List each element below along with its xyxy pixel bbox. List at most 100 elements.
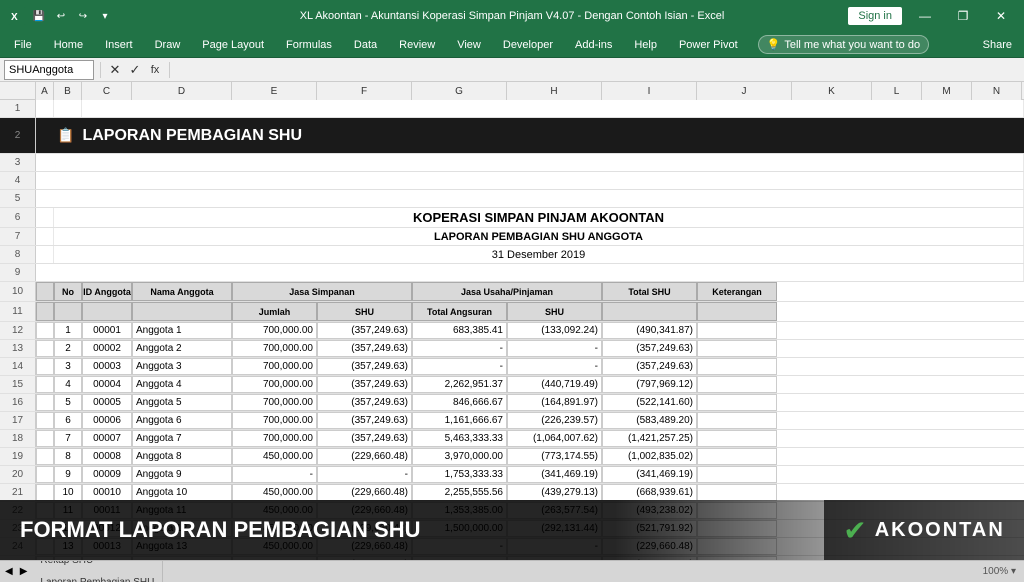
cell-id[interactable]: 00010 <box>82 484 132 501</box>
cell-14-a[interactable] <box>36 358 54 375</box>
cell-jumlah[interactable]: - <box>232 466 317 483</box>
cell-4[interactable] <box>36 172 1024 189</box>
sheet-tab-laporan-pembagian-shu[interactable]: Laporan Pembagian SHU <box>32 572 163 582</box>
cell-id[interactable]: 00003 <box>82 358 132 375</box>
tell-me-bar[interactable]: 💡 Tell me what you want to do <box>758 35 929 54</box>
col-header-c[interactable]: C <box>82 82 132 100</box>
th-jumlah[interactable]: Jumlah <box>232 302 317 321</box>
tab-home[interactable]: Home <box>44 36 93 54</box>
cell-jumlah[interactable]: 700,000.00 <box>232 358 317 375</box>
cell-13-a[interactable] <box>36 340 54 357</box>
undo-icon[interactable]: ↩ <box>52 7 70 25</box>
cell-8a[interactable] <box>36 246 54 263</box>
col-header-d[interactable]: D <box>132 82 232 100</box>
col-header-j[interactable]: J <box>697 82 792 100</box>
save-quick-icon[interactable]: 💾 <box>30 7 48 25</box>
cell-nama[interactable]: Anggota 4 <box>132 376 232 393</box>
cell-12-a[interactable] <box>36 322 54 339</box>
col-header-l[interactable]: L <box>872 82 922 100</box>
cell-total-shu[interactable]: (797,969.12) <box>602 376 697 393</box>
cell-15-a[interactable] <box>36 376 54 393</box>
cell-shu1[interactable]: (357,249.63) <box>317 412 412 429</box>
cell-shu1[interactable]: (357,249.63) <box>317 376 412 393</box>
cell-1b[interactable] <box>54 100 82 117</box>
cell-total-shu[interactable]: (522,141.60) <box>602 394 697 411</box>
cell-jumlah[interactable]: 700,000.00 <box>232 340 317 357</box>
cell-angsuran[interactable]: 3,970,000.00 <box>412 448 507 465</box>
cell-angsuran[interactable]: 1,161,666.67 <box>412 412 507 429</box>
cell-ket[interactable] <box>697 394 777 411</box>
cell-id[interactable]: 00007 <box>82 430 132 447</box>
col-header-a[interactable]: A <box>36 82 54 100</box>
cell-nama[interactable]: Anggota 6 <box>132 412 232 429</box>
scroll-tabs-left[interactable]: ◀ <box>2 565 16 578</box>
th-nama[interactable]: Nama Anggota <box>132 282 232 301</box>
cell-id[interactable]: 00004 <box>82 376 132 393</box>
col-header-b[interactable]: B <box>54 82 82 100</box>
cell-11c[interactable] <box>82 302 132 321</box>
cell-id[interactable]: 00009 <box>82 466 132 483</box>
th-shu-usaha[interactable]: SHU <box>507 302 602 321</box>
report-subtitle-cell[interactable]: LAPORAN PEMBAGIAN SHU ANGGOTA <box>54 228 1024 245</box>
report-title-cell[interactable]: 📋 LAPORAN PEMBAGIAN SHU <box>54 118 1024 153</box>
cell-no[interactable]: 10 <box>54 484 82 501</box>
cell-id[interactable]: 00005 <box>82 394 132 411</box>
cell-nama[interactable]: Anggota 9 <box>132 466 232 483</box>
cell-total-shu[interactable]: (357,249.63) <box>602 340 697 357</box>
cell-11k[interactable] <box>697 302 777 321</box>
cell-ket[interactable] <box>697 466 777 483</box>
cell-9[interactable] <box>36 264 1024 281</box>
cell-5[interactable] <box>36 190 1024 207</box>
th-jasa-usaha[interactable]: Jasa Usaha/Pinjaman <box>412 282 602 301</box>
formula-input[interactable] <box>176 64 1020 76</box>
report-date-cell[interactable]: 31 Desember 2019 <box>54 246 1024 263</box>
cell-10a[interactable] <box>36 282 54 301</box>
cell-no[interactable]: 8 <box>54 448 82 465</box>
cell-shu1[interactable]: (357,249.63) <box>317 340 412 357</box>
cell-11b[interactable] <box>54 302 82 321</box>
col-header-m[interactable]: M <box>922 82 972 100</box>
tab-review[interactable]: Review <box>389 36 445 54</box>
col-header-f[interactable]: F <box>317 82 412 100</box>
tab-developer[interactable]: Developer <box>493 36 563 54</box>
cell-no[interactable]: 1 <box>54 322 82 339</box>
cell-angsuran[interactable]: 2,262,951.37 <box>412 376 507 393</box>
cell-id[interactable]: 00001 <box>82 322 132 339</box>
cancel-formula-btn[interactable]: ✕ <box>107 62 123 78</box>
cell-ket[interactable] <box>697 412 777 429</box>
cell-shu1[interactable]: (357,249.63) <box>317 322 412 339</box>
cell-shu1[interactable]: (357,249.63) <box>317 430 412 447</box>
tab-file[interactable]: File <box>4 36 42 54</box>
cell-18-a[interactable] <box>36 430 54 447</box>
cell-jumlah[interactable]: 450,000.00 <box>232 484 317 501</box>
cell-nama[interactable]: Anggota 7 <box>132 430 232 447</box>
share-button[interactable]: Share <box>975 39 1020 51</box>
name-box[interactable] <box>4 60 94 80</box>
cell-11a[interactable] <box>36 302 54 321</box>
cell-17-a[interactable] <box>36 412 54 429</box>
cell-angsuran[interactable]: 5,463,333.33 <box>412 430 507 447</box>
cell-shu2[interactable]: - <box>507 340 602 357</box>
cell-total-shu[interactable]: (341,469.19) <box>602 466 697 483</box>
cell-no[interactable]: 6 <box>54 412 82 429</box>
cell-ket[interactable] <box>697 322 777 339</box>
cell-ket[interactable] <box>697 430 777 447</box>
cell-shu2[interactable]: (133,092.24) <box>507 322 602 339</box>
cell-total-shu[interactable]: (668,939.61) <box>602 484 697 501</box>
cell-jumlah[interactable]: 700,000.00 <box>232 376 317 393</box>
cell-2a[interactable] <box>36 118 54 153</box>
cell-nama[interactable]: Anggota 1 <box>132 322 232 339</box>
th-id[interactable]: ID Anggota <box>82 282 132 301</box>
cell-3[interactable] <box>36 154 1024 171</box>
th-jasa-simpanan[interactable]: Jasa Simpanan <box>232 282 412 301</box>
cell-jumlah[interactable]: 700,000.00 <box>232 412 317 429</box>
cell-jumlah[interactable]: 700,000.00 <box>232 322 317 339</box>
cell-ket[interactable] <box>697 358 777 375</box>
cell-nama[interactable]: Anggota 3 <box>132 358 232 375</box>
cell-1rest[interactable] <box>82 100 1024 117</box>
cell-7a[interactable] <box>36 228 54 245</box>
cell-angsuran[interactable]: 2,255,555.56 <box>412 484 507 501</box>
tab-power-pivot[interactable]: Power Pivot <box>669 36 748 54</box>
cell-shu2[interactable]: (773,174.55) <box>507 448 602 465</box>
tab-data[interactable]: Data <box>344 36 387 54</box>
